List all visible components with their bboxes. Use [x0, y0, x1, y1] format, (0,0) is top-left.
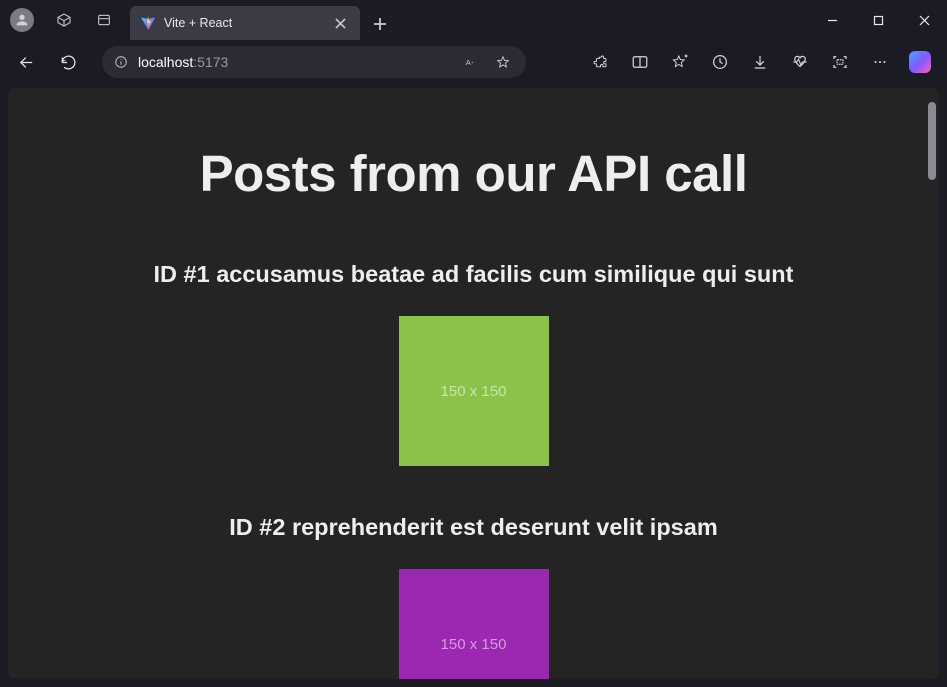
back-button[interactable]	[8, 44, 44, 80]
page-heading: Posts from our API call	[48, 144, 899, 203]
arrow-left-icon	[18, 54, 35, 71]
url-text: localhost:5173	[138, 54, 450, 70]
address-bar[interactable]: localhost:5173 Aﮩ	[102, 46, 526, 78]
new-tab-button[interactable]	[364, 8, 396, 40]
extensions-button[interactable]	[581, 44, 619, 80]
copilot-button[interactable]	[901, 44, 939, 80]
minimize-button[interactable]	[809, 4, 855, 36]
refresh-button[interactable]	[50, 44, 86, 80]
favorites-button[interactable]	[661, 44, 699, 80]
screenshot-icon	[831, 53, 849, 71]
refresh-icon	[60, 54, 77, 71]
post-title: ID #1 accusamus beatae ad facilis cum si…	[48, 261, 899, 288]
maximize-button[interactable]	[855, 4, 901, 36]
read-aloud-button[interactable]: Aﮩ	[458, 49, 484, 75]
window-controls	[809, 4, 947, 36]
read-aloud-icon: Aﮩ	[464, 55, 478, 69]
copilot-icon	[909, 51, 931, 73]
toolbar-right	[581, 44, 939, 80]
svg-text:ﮩ: ﮩ	[471, 59, 474, 65]
workspaces-button[interactable]	[46, 2, 82, 38]
history-icon	[711, 53, 729, 71]
svg-text:A: A	[466, 58, 472, 67]
tab-strip: Vite + React	[130, 0, 396, 40]
history-button[interactable]	[701, 44, 739, 80]
post-item: ID #2 reprehenderit est deserunt velit i…	[48, 514, 899, 679]
vite-favicon-icon	[140, 15, 156, 31]
scrollbar-thumb[interactable]	[928, 102, 936, 180]
more-button[interactable]	[861, 44, 899, 80]
site-info-button[interactable]	[112, 53, 130, 71]
maximize-icon	[873, 15, 884, 26]
browser-toolbar: localhost:5173 Aﮩ	[0, 40, 947, 84]
person-icon	[14, 12, 30, 28]
performance-button[interactable]	[781, 44, 819, 80]
browser-tab[interactable]: Vite + React	[130, 6, 360, 40]
url-port: :5173	[193, 54, 228, 70]
info-icon	[114, 55, 128, 69]
tab-title: Vite + React	[164, 16, 232, 30]
page-viewport: Posts from our API call ID #1 accusamus …	[8, 88, 939, 679]
heartbeat-icon	[791, 53, 809, 71]
page-content: Posts from our API call ID #1 accusamus …	[8, 88, 939, 679]
tab-actions-icon	[96, 12, 112, 28]
screenshot-button[interactable]	[821, 44, 859, 80]
post-item: ID #1 accusamus beatae ad facilis cum si…	[48, 261, 899, 466]
workspaces-icon	[56, 12, 72, 28]
window-titlebar: Vite + React	[0, 0, 947, 40]
star-icon	[496, 55, 510, 69]
close-icon	[335, 18, 346, 29]
star-plus-icon	[671, 53, 689, 71]
split-screen-button[interactable]	[621, 44, 659, 80]
vertical-scrollbar[interactable]	[924, 94, 938, 673]
plus-icon	[373, 17, 387, 31]
close-icon	[919, 15, 930, 26]
window-close-button[interactable]	[901, 4, 947, 36]
viewport-container: Posts from our API call ID #1 accusamus …	[0, 84, 947, 687]
downloads-button[interactable]	[741, 44, 779, 80]
download-icon	[751, 53, 769, 71]
post-thumbnail: 150 x 150	[399, 569, 549, 679]
split-screen-icon	[631, 53, 649, 71]
favorite-button[interactable]	[490, 49, 516, 75]
url-host: localhost	[138, 54, 193, 70]
profile-avatar[interactable]	[10, 8, 34, 32]
minimize-icon	[827, 15, 838, 26]
ellipsis-icon	[871, 53, 889, 71]
post-thumbnail: 150 x 150	[399, 316, 549, 466]
puzzle-icon	[591, 53, 609, 71]
tab-actions-button[interactable]	[86, 2, 122, 38]
titlebar-left	[0, 2, 122, 38]
post-title: ID #2 reprehenderit est deserunt velit i…	[48, 514, 899, 541]
tab-close-button[interactable]	[330, 13, 350, 33]
